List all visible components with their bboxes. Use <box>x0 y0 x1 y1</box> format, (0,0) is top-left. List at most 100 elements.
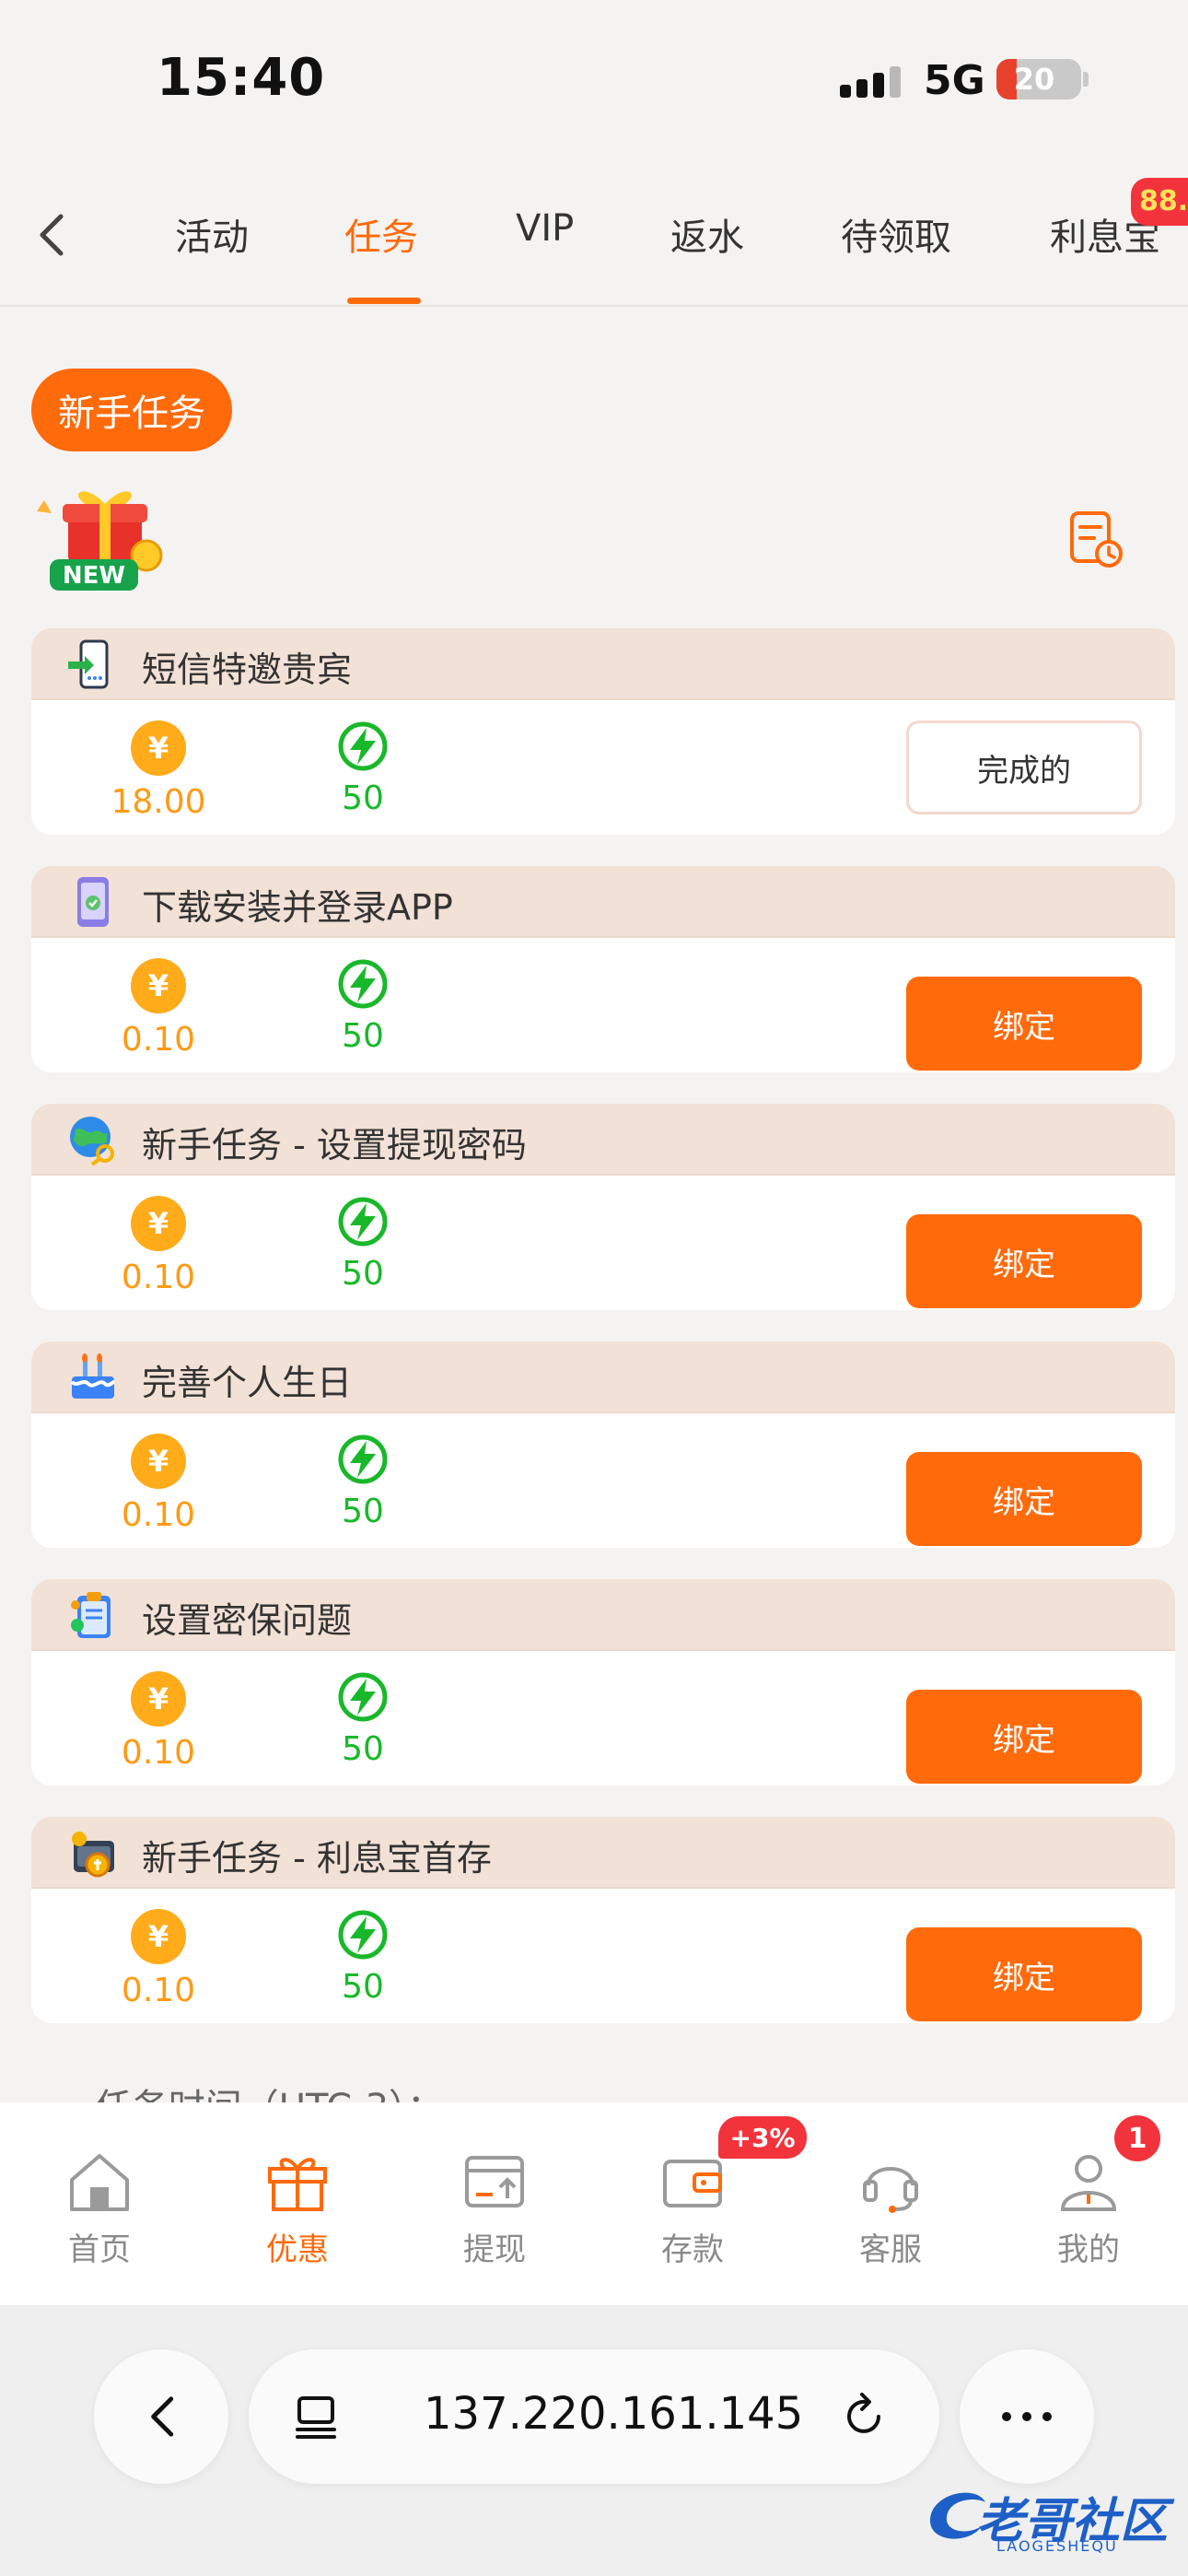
task-reward-amount: 0.10 <box>121 1021 196 1059</box>
coin-icon: ¥ <box>131 1909 186 1964</box>
task-card: 短信特邀贵宾 ¥ 18.00 50 完成的 <box>31 628 1175 835</box>
task-bind-button[interactable]: 绑定 <box>906 1452 1142 1546</box>
browser-more-button[interactable] <box>960 2349 1094 2484</box>
task-card: 设置密保问题 ¥ 0.10 50 绑定 <box>31 1579 1175 1786</box>
nav-label: 存款 <box>661 2231 724 2268</box>
wallet-coin-icon <box>72 1832 114 1878</box>
nav-support[interactable]: 客服 <box>835 2149 946 2269</box>
nav-promotions[interactable]: 优惠 <box>242 2149 353 2269</box>
lightning-icon <box>338 1197 388 1247</box>
lightning-icon <box>338 1910 388 1960</box>
back-button[interactable] <box>24 207 79 263</box>
url-text: 137.220.161.145 <box>424 2388 804 2440</box>
chevron-left-icon <box>151 2396 174 2437</box>
task-reward-amount: 0.10 <box>121 1972 196 2009</box>
nav-label: 客服 <box>859 2231 922 2268</box>
deposit-wallet-icon <box>663 2160 722 2207</box>
task-list: 短信特邀贵宾 ¥ 18.00 50 完成的 下载安装并登录APP ¥ 0.10 … <box>31 628 1175 2055</box>
active-tab-indicator <box>347 298 421 304</box>
task-title: 短信特邀贵宾 <box>142 650 353 690</box>
task-reward-amount: 0.10 <box>121 1496 196 1534</box>
phone-sms-icon <box>68 639 109 689</box>
status-time: 15:40 <box>157 48 326 108</box>
task-title: 新手任务 - 利息宝首存 <box>142 1838 492 1879</box>
reader-mode-icon[interactable] <box>290 2391 342 2442</box>
task-header: 新手任务 - 设置提现密码 <box>31 1104 1175 1176</box>
bottom-nav: 首页 优惠 提现 存款 客服 我的 +3% 1 <box>0 2102 1188 2305</box>
profile-notification-badge: 1 <box>1114 2115 1160 2161</box>
lightning-icon <box>338 1672 388 1722</box>
task-header: 新手任务 - 利息宝首存 <box>31 1817 1175 1889</box>
nav-withdraw[interactable]: 提现 <box>439 2149 550 2269</box>
task-card: 新手任务 - 设置提现密码 ¥ 0.10 50 绑定 <box>31 1104 1175 1310</box>
newbie-task-pill[interactable]: 新手任务 <box>31 369 232 451</box>
task-bind-button[interactable]: 绑定 <box>906 1690 1142 1784</box>
interest-tab-badge: 88. <box>1131 178 1188 226</box>
address-bar[interactable]: 137.220.161.145 <box>249 2349 939 2484</box>
signal-strength-icon <box>840 64 904 98</box>
task-card: 新手任务 - 利息宝首存 ¥ 0.10 50 绑定 <box>31 1817 1175 2023</box>
nav-deposit[interactable]: 存款 <box>637 2149 748 2269</box>
task-title: 设置密保问题 <box>142 1600 353 1641</box>
nav-label: 我的 <box>1057 2231 1120 2268</box>
user-icon <box>1060 2155 1117 2211</box>
battery-cap <box>1083 72 1089 87</box>
task-card: 完善个人生日 ¥ 0.10 50 绑定 <box>31 1341 1175 1548</box>
new-gift-icon: NEW <box>37 491 163 591</box>
browser-back-button[interactable] <box>94 2349 228 2484</box>
home-icon <box>70 2154 129 2211</box>
more-dots-icon <box>1002 2412 1052 2421</box>
task-points: 50 <box>342 779 384 817</box>
tab-tasks[interactable]: 任务 <box>344 207 418 261</box>
coin-icon: ¥ <box>131 958 186 1013</box>
top-tab-bar: 活动 任务 VIP 返水 待领取 利息宝 88. <box>0 161 1188 307</box>
task-card: 下载安装并登录APP ¥ 0.10 50 绑定 <box>31 866 1175 1072</box>
birthday-cake-icon <box>70 1353 115 1399</box>
gift-icon <box>268 2158 327 2211</box>
tab-pending[interactable]: 待领取 <box>841 207 951 261</box>
nav-label: 提现 <box>463 2231 526 2268</box>
task-points: 50 <box>342 1493 384 1530</box>
lightning-icon <box>338 1434 388 1484</box>
task-reward-amount: 0.10 <box>121 1734 196 1772</box>
tab-vip[interactable]: VIP <box>516 207 574 250</box>
mobile-app-icon <box>77 877 109 927</box>
task-points: 50 <box>342 1968 384 2006</box>
watermark: 老哥社区 LAOGESHEQU <box>921 2469 1179 2561</box>
tab-rebate[interactable]: 返水 <box>670 207 744 261</box>
watermark-subtext: LAOGESHEQU <box>996 2537 1118 2555</box>
reload-icon[interactable] <box>838 2391 890 2442</box>
nav-label: 首页 <box>68 2231 131 2268</box>
task-history-icon[interactable] <box>1068 509 1124 568</box>
task-points: 50 <box>342 1255 384 1293</box>
task-reward-amount: 18.00 <box>111 783 206 821</box>
globe-key-icon <box>70 1117 114 1166</box>
task-reward-amount: 0.10 <box>121 1259 196 1296</box>
task-points: 50 <box>342 1730 384 1768</box>
battery-icon: 20 <box>996 59 1081 100</box>
task-header: 完善个人生日 <box>31 1341 1175 1413</box>
task-bind-button[interactable]: 绑定 <box>906 1927 1142 2021</box>
coin-icon: ¥ <box>131 1671 186 1727</box>
clipboard-icon <box>71 1592 111 1638</box>
lightning-icon <box>338 721 388 771</box>
task-header: 下载安装并登录APP <box>31 866 1175 938</box>
tab-activity[interactable]: 活动 <box>175 207 249 261</box>
task-bind-button[interactable]: 绑定 <box>906 1214 1142 1308</box>
task-completed-button[interactable]: 完成的 <box>906 720 1142 814</box>
nav-label: 优惠 <box>266 2231 329 2268</box>
nav-home[interactable]: 首页 <box>44 2149 155 2269</box>
task-title: 下载安装并登录APP <box>142 887 453 928</box>
task-bind-button[interactable]: 绑定 <box>906 977 1142 1071</box>
network-type: 5G <box>924 57 985 104</box>
coin-icon: ¥ <box>131 720 186 776</box>
coin-icon: ¥ <box>131 1196 186 1251</box>
status-bar: 15:40 5G 20 <box>0 0 1188 161</box>
task-points: 50 <box>342 1017 384 1055</box>
chevron-left-icon <box>40 214 64 256</box>
coin-icon: ¥ <box>131 1434 186 1489</box>
withdraw-icon <box>465 2156 524 2207</box>
nav-profile[interactable]: 我的 <box>1033 2149 1144 2269</box>
deposit-bonus-badge: +3% <box>718 2116 807 2159</box>
task-header: 设置密保问题 <box>31 1579 1175 1651</box>
